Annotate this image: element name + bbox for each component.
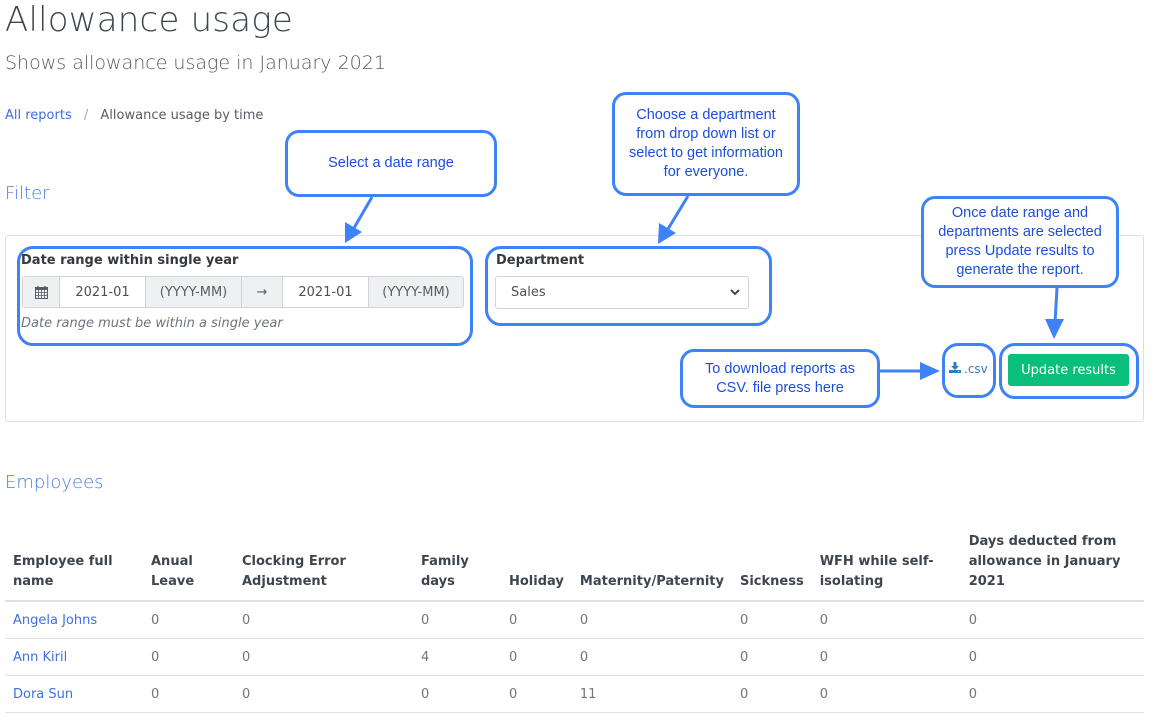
table-cell: 0 <box>143 601 234 639</box>
employee-name-cell: Ann Kiril <box>5 638 143 676</box>
breadcrumb-all-reports[interactable]: All reports <box>5 108 72 123</box>
annotation-date-range: Select a date range <box>285 130 497 197</box>
column-header[interactable]: Anual Leave <box>143 528 234 602</box>
table-cell: 0 <box>143 675 234 713</box>
table-cell: 0 <box>501 601 572 639</box>
column-header[interactable]: Family days <box>413 528 501 602</box>
column-header[interactable]: Sickness <box>731 528 812 602</box>
table-cell: 0 <box>571 638 732 676</box>
annotation-csv: To download reports as CSV. file press h… <box>680 349 880 408</box>
table-cell: 0 <box>501 638 572 676</box>
column-header[interactable]: Maternity/Paternity <box>571 528 732 602</box>
annotation-highlight-csv <box>942 343 996 398</box>
table-cell: 11 <box>571 675 732 713</box>
column-header[interactable]: Clocking Error Adjustment <box>234 528 413 602</box>
table-cell: 0 <box>731 601 812 639</box>
column-header[interactable]: WFH while self-isolating <box>811 528 961 602</box>
table-cell: 0 <box>811 675 961 713</box>
table-cell: 0 <box>413 601 501 639</box>
annotation-highlight-date-range <box>17 246 473 346</box>
table-cell: 0 <box>960 638 1144 676</box>
annotation-update: Once date range and departments are sele… <box>921 196 1119 288</box>
table-cell: 0 <box>960 675 1144 713</box>
table-cell: 0 <box>571 601 732 639</box>
filter-heading: Filter <box>5 183 50 204</box>
employee-name-link[interactable]: Angela Johns <box>13 613 97 628</box>
table-cell: 0 <box>413 675 501 713</box>
column-header[interactable]: Holiday <box>501 528 572 602</box>
employee-name-cell: Dora Sun <box>5 675 143 713</box>
table-cell: 0 <box>731 675 812 713</box>
breadcrumb: All reports / Allowance usage by time <box>5 108 263 123</box>
table-cell: 0 <box>143 638 234 676</box>
breadcrumb-separator: / <box>83 108 89 123</box>
table-cell: 0 <box>234 601 413 639</box>
table-cell: 0 <box>234 675 413 713</box>
arrow-to-date-range <box>352 196 374 229</box>
table-cell: 4 <box>413 638 501 676</box>
annotation-highlight-update <box>999 343 1139 399</box>
table-cell: 0 <box>960 601 1144 639</box>
annotation-department: Choose a department from drop down list … <box>612 92 800 196</box>
table-header-row: Employee full name Anual Leave Clocking … <box>5 528 1144 602</box>
table-cell: 0 <box>501 675 572 713</box>
employee-name-cell: Angela Johns <box>5 601 143 639</box>
breadcrumb-current: Allowance usage by time <box>100 108 264 123</box>
table-cell: 0 <box>811 601 961 639</box>
table-cell: 0 <box>811 638 961 676</box>
column-header[interactable]: Days deducted from allowance in January … <box>960 528 1144 602</box>
table-cell: 0 <box>234 638 413 676</box>
employees-table: Employee full name Anual Leave Clocking … <box>5 528 1144 713</box>
page-title: Allowance usage <box>5 0 293 40</box>
column-header[interactable]: Employee full name <box>5 528 143 602</box>
employees-heading: Employees <box>5 472 104 493</box>
table-row: Dora Sun 0 0 0 0 11 0 0 0 <box>5 675 1144 713</box>
table-row: Ann Kiril 0 0 4 0 0 0 0 0 <box>5 638 1144 676</box>
employee-name-link[interactable]: Dora Sun <box>13 687 73 702</box>
annotation-highlight-department <box>485 246 772 326</box>
table-cell: 0 <box>731 638 812 676</box>
arrow-to-department <box>666 195 690 230</box>
employee-name-link[interactable]: Ann Kiril <box>13 650 67 665</box>
table-row: Angela Johns 0 0 0 0 0 0 0 0 <box>5 601 1144 639</box>
page-subtitle: Shows allowance usage in January 2021 <box>5 52 386 74</box>
